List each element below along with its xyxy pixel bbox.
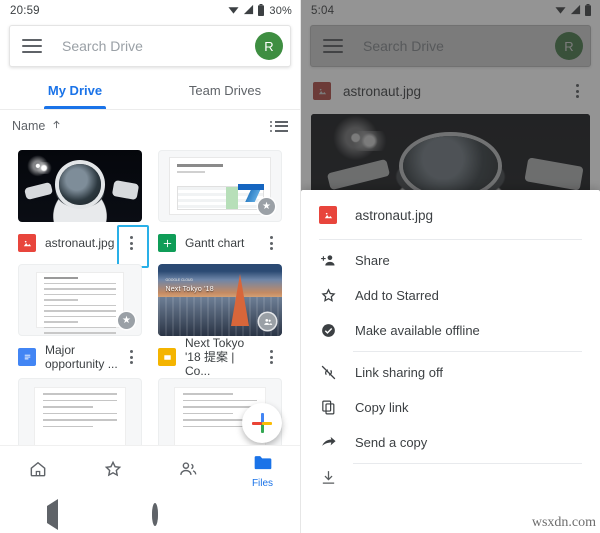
sheet-item-add-to-starred[interactable]: Add to Starred (301, 278, 600, 313)
divider (319, 239, 582, 240)
divider (353, 463, 582, 464)
sheet-item-label: Add to Starred (355, 288, 439, 303)
back-icon[interactable] (47, 499, 59, 530)
file-card[interactable]: ★ Gantt chart (150, 146, 290, 260)
wifi-icon (227, 4, 240, 18)
file-card[interactable]: astronaut.jpg (10, 146, 150, 268)
right-phone-screen: 5:04 Search Drive R (300, 0, 600, 533)
sheet-item-send-a-copy[interactable]: Send a copy (301, 425, 600, 460)
sort-label: Name (12, 119, 46, 133)
search-bar-container: Search Drive R (0, 22, 300, 72)
sheet-item-cut-off[interactable] (301, 467, 600, 487)
tokyo-title: Next Tokyo '18 (165, 285, 214, 293)
file-name: Next Tokyo '18 提案 | Co... (185, 336, 245, 378)
image-file-icon (18, 234, 36, 252)
sheet-item-label: Share (355, 253, 390, 268)
star-icon (103, 459, 123, 484)
status-time: 20:59 (10, 5, 40, 17)
file-card[interactable] (10, 374, 150, 450)
file-options-bottom-sheet: astronaut.jpg Share Add to Starred Make … (301, 190, 600, 533)
sheet-item-share[interactable]: Share (301, 243, 600, 278)
left-phone-screen: 20:59 30% Search Drive R My Drive Team D… (0, 0, 300, 533)
link-off-icon (319, 364, 337, 381)
sheet-item-label: Link sharing off (355, 365, 443, 380)
search-input[interactable]: Search Drive (62, 38, 255, 54)
shared-badge (259, 313, 276, 330)
kebab-menu-icon[interactable] (260, 350, 282, 364)
sort-row: Name (0, 110, 300, 142)
bottom-sheet-header: astronaut.jpg (301, 194, 600, 236)
dual-screenshot-container: 20:59 30% Search Drive R My Drive Team D… (0, 0, 600, 533)
home-icon[interactable] (152, 503, 159, 526)
people-icon (178, 459, 198, 484)
bottom-nav-files[interactable]: Files (225, 454, 300, 489)
thumbnail-document-partial[interactable] (18, 378, 142, 450)
bottom-sheet-title: astronaut.jpg (355, 207, 434, 223)
copy-icon (319, 399, 337, 416)
sheet-item-make-available-offline[interactable]: Make available offline (301, 313, 600, 348)
tab-my-drive-label: My Drive (47, 83, 103, 98)
add-plus-icon (252, 413, 272, 433)
sheets-file-icon (158, 234, 176, 252)
kebab-menu-icon[interactable] (260, 236, 282, 250)
battery-icon (257, 3, 265, 19)
bottom-nav-home[interactable] (0, 459, 75, 484)
sheet-item-copy-link[interactable]: Copy link (301, 390, 600, 425)
file-name: Major opportunity ... (45, 343, 118, 371)
status-indicators: 30% (227, 3, 292, 19)
thumbnail-next-tokyo[interactable]: GOOGLE CLOUD Next Tokyo '18 (158, 264, 282, 336)
signal-icon (243, 4, 254, 18)
tab-team-drives-label: Team Drives (188, 83, 262, 98)
sheet-item-label: Copy link (355, 400, 409, 415)
status-bar: 20:59 30% (0, 0, 300, 22)
bottom-nav-starred[interactable] (75, 459, 150, 484)
bottom-navigation: Files (0, 445, 300, 497)
person-add-icon (319, 252, 337, 269)
thumbnail-astronaut[interactable] (18, 150, 142, 222)
kebab-menu-icon[interactable] (117, 225, 149, 268)
create-new-fab[interactable] (242, 403, 282, 443)
sort-control[interactable]: Name (12, 119, 62, 133)
bottom-nav-shared[interactable] (150, 459, 225, 484)
image-file-icon (319, 206, 337, 224)
hamburger-menu-icon[interactable] (22, 39, 42, 53)
search-bar[interactable]: Search Drive R (9, 25, 291, 67)
sheet-item-label: Make available offline (355, 323, 480, 338)
star-badge: ★ (118, 312, 135, 329)
docs-file-icon (18, 348, 36, 366)
star-badge: ★ (258, 198, 275, 215)
sheet-item-link-sharing-off[interactable]: Link sharing off (301, 355, 600, 390)
sheet-item-label: Send a copy (355, 435, 428, 450)
kebab-menu-icon[interactable] (120, 350, 142, 364)
list-view-icon[interactable] (270, 120, 288, 132)
thumbnail-gantt-chart[interactable]: ★ (158, 150, 282, 222)
file-name: Gantt chart (185, 236, 245, 250)
file-card[interactable]: GOOGLE CLOUD Next Tokyo '18 Next Tokyo '… (150, 260, 290, 378)
thumbnail-major-opportunity[interactable]: ★ (18, 264, 142, 336)
file-name: astronaut.jpg (45, 236, 115, 250)
home-icon (28, 459, 48, 484)
battery-percent: 30% (269, 5, 292, 17)
drive-tabs: My Drive Team Drives (0, 72, 300, 110)
tab-team-drives[interactable]: Team Drives (150, 72, 300, 109)
slides-file-icon (158, 348, 176, 366)
bottom-nav-files-label: Files (251, 478, 274, 489)
watermark: wsxdn.com (531, 515, 596, 530)
download-icon (319, 469, 337, 486)
star-outline-icon (319, 287, 337, 304)
send-arrow-icon (319, 434, 337, 451)
avatar[interactable]: R (255, 32, 283, 60)
tab-my-drive[interactable]: My Drive (0, 72, 150, 109)
android-navigation-bar (0, 497, 300, 533)
arrow-up-icon (51, 119, 62, 133)
folder-icon (253, 454, 273, 476)
divider (353, 351, 582, 352)
tokyo-subtitle: GOOGLE CLOUD (165, 278, 193, 283)
offline-check-icon (319, 322, 337, 339)
file-card[interactable]: ★ Major opportunity ... (10, 260, 150, 374)
